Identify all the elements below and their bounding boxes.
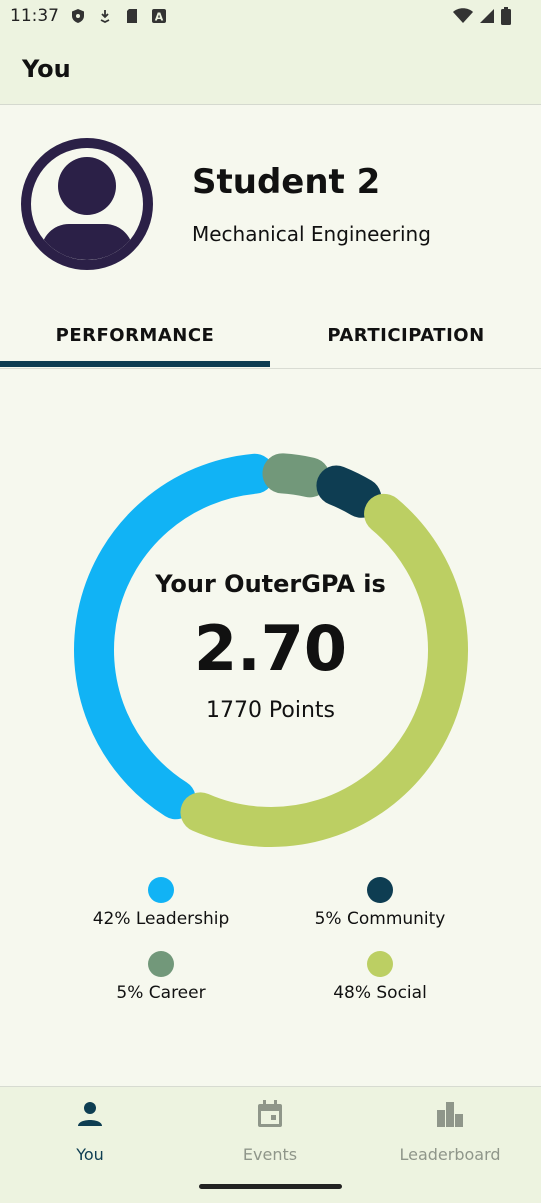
tab-performance[interactable]: PERFORMANCE	[0, 306, 270, 366]
shield-icon	[72, 9, 84, 23]
legend-label: 48% Social	[333, 983, 427, 1003]
legend-dot	[367, 951, 393, 977]
donut-segment-community	[316, 465, 382, 518]
a-box-icon: A	[152, 9, 166, 24]
nav-item-leaderboard[interactable]: Leaderboard	[360, 1087, 540, 1164]
signal-icon	[480, 9, 494, 23]
tab-participation[interactable]: PARTICIPATION	[271, 306, 541, 366]
nav-label-events: Events	[242, 1145, 298, 1164]
leaderboard-icon	[437, 1102, 463, 1127]
status-system-icons	[453, 7, 511, 25]
profile-major: Mechanical Engineering	[192, 222, 431, 246]
app-bar: You	[0, 34, 541, 105]
legend-label: 5% Career	[116, 983, 206, 1003]
legend-dot	[148, 951, 174, 977]
gpa-value: 2.70	[194, 612, 347, 685]
page-title: You	[22, 55, 71, 83]
status-notification-icons: A	[70, 8, 167, 24]
legend-item-social: 48% Social	[280, 951, 480, 1003]
battery-icon	[501, 7, 511, 25]
legend-item-career: 5% Career	[61, 951, 261, 1003]
gpa-points: 1770 Points	[205, 698, 336, 723]
svg-text:A: A	[155, 11, 164, 24]
sd-card-icon	[127, 9, 137, 23]
download-icon	[100, 10, 110, 24]
nav-label-you: You	[76, 1145, 104, 1164]
donut-segment-career	[262, 453, 330, 498]
gpa-label: Your OuterGPA is	[155, 570, 386, 598]
nav-item-events[interactable]: Events	[180, 1087, 360, 1164]
person-icon	[78, 1102, 102, 1126]
legend-item-leadership: 42% Leadership	[61, 877, 261, 929]
nav-item-you[interactable]: You	[0, 1087, 180, 1164]
legend-label: 42% Leadership	[92, 909, 230, 929]
legend-label: 5% Community	[314, 909, 446, 929]
avatar	[21, 138, 153, 270]
tab-bar: PERFORMANCE PARTICIPATION	[0, 306, 541, 369]
home-indicator	[199, 1184, 342, 1189]
legend-item-community: 5% Community	[280, 877, 480, 929]
wifi-icon	[453, 8, 473, 23]
nav-label-leaderboard: Leaderboard	[399, 1145, 501, 1164]
status-bar: 11:37 A	[0, 0, 541, 34]
profile-name: Student 2	[192, 162, 381, 202]
tab-indicator	[0, 361, 270, 367]
legend-dot	[367, 877, 393, 903]
status-time: 11:37	[10, 6, 59, 26]
calendar-icon	[258, 1100, 282, 1127]
legend-dot	[148, 877, 174, 903]
